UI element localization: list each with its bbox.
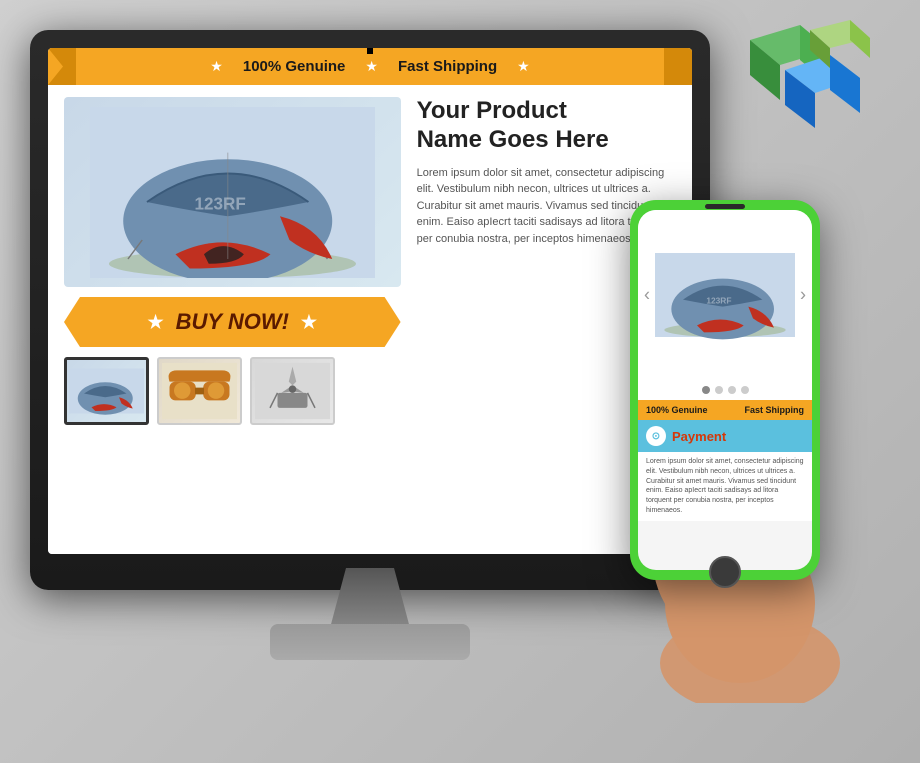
tent-image: 123RF	[64, 97, 401, 287]
banner-left-arrow-deco	[48, 48, 76, 85]
phone-carousel-left[interactable]: ‹	[644, 285, 650, 306]
svg-text:123RF: 123RF	[706, 295, 731, 305]
svg-text:123RF: 123RF	[194, 194, 245, 213]
monitor-screen: ★ 100% Genuine ★ Fast Shipping ★	[48, 48, 692, 554]
phone-carousel-dots	[638, 380, 812, 400]
phone-genuine-label: 100% Genuine	[646, 405, 708, 415]
buy-now-button[interactable]: ★ BUY NOW! ★	[64, 297, 401, 347]
thumbnail-tent[interactable]	[64, 357, 149, 425]
scene: ★ 100% Genuine ★ Fast Shipping ★	[0, 0, 920, 763]
phone-payment-section: ⊙ Payment	[638, 420, 812, 452]
phone-lorem-text: Lorem ipsum dolor sit amet, consectetur …	[638, 452, 812, 521]
screen-content: ★ 100% Genuine ★ Fast Shipping ★	[48, 48, 692, 554]
phone-shipping-label: Fast Shipping	[745, 405, 805, 415]
star-icon-1: ★	[210, 58, 223, 75]
shipping-label: Fast Shipping	[398, 58, 497, 75]
banner-strip: ★ 100% Genuine ★ Fast Shipping ★	[48, 48, 692, 85]
phone-outer: ‹ 123RF ›	[630, 200, 820, 580]
banner-right-arrow-deco	[664, 48, 692, 85]
thumbnail-stove[interactable]	[250, 357, 335, 425]
star-icon-right: ★	[301, 312, 317, 333]
dot-4	[741, 386, 749, 394]
thumbnails	[64, 357, 401, 425]
payment-label: Payment	[672, 429, 726, 444]
phone-home-button[interactable]	[709, 556, 741, 588]
phone-banner: 100% Genuine Fast Shipping	[638, 400, 812, 420]
phone-speaker	[705, 204, 745, 209]
product-area: 123RF ★ BU	[48, 85, 692, 541]
genuine-label: 100% Genuine	[243, 58, 346, 75]
monitor-outer: ★ 100% Genuine ★ Fast Shipping ★	[30, 30, 710, 590]
mobile-phone: ‹ 123RF ›	[630, 200, 840, 620]
monitor: ★ 100% Genuine ★ Fast Shipping ★	[30, 30, 710, 680]
phone-screen: ‹ 123RF ›	[638, 210, 812, 570]
phone-carousel: ‹ 123RF ›	[638, 210, 812, 380]
star-icon-3: ★	[517, 58, 530, 75]
phone-carousel-right[interactable]: ›	[800, 285, 806, 306]
dot-3	[728, 386, 736, 394]
dot-2	[715, 386, 723, 394]
thumbnail-goggles[interactable]	[157, 357, 242, 425]
phone-content: ‹ 123RF ›	[638, 210, 812, 570]
dot-1	[702, 386, 710, 394]
product-left: 123RF ★ BU	[64, 97, 401, 529]
star-icon-left: ★	[148, 312, 164, 333]
buy-now-label: BUY NOW!	[176, 309, 289, 335]
payment-icon: ⊙	[646, 426, 666, 446]
deco-boxes	[730, 20, 870, 150]
product-name: Your Product Name Goes Here	[417, 97, 676, 155]
monitor-base	[270, 624, 470, 660]
star-icon-2: ★	[365, 58, 378, 75]
